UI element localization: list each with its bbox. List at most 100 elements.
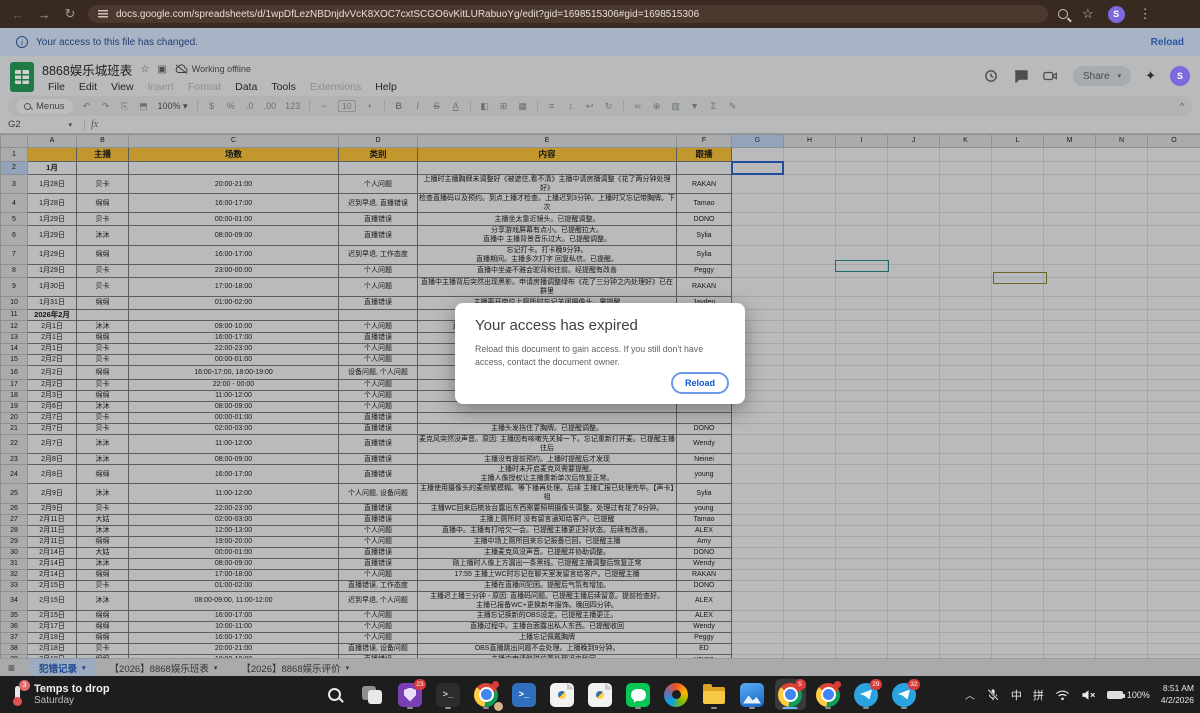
- cell[interactable]: 个人问题: [339, 390, 418, 401]
- cell[interactable]: 直播错误: [339, 296, 418, 309]
- cell[interactable]: 2月11日: [28, 514, 77, 525]
- fill-color-icon[interactable]: ◧: [480, 101, 490, 112]
- cell[interactable]: 2月1日: [28, 332, 77, 343]
- cell[interactable]: [1148, 365, 1200, 379]
- row-header-21[interactable]: 21: [1, 423, 28, 434]
- row-header-17[interactable]: 17: [1, 379, 28, 390]
- cell[interactable]: [888, 591, 940, 610]
- cell[interactable]: [836, 591, 888, 610]
- font-size-increase-icon[interactable]: +: [365, 101, 375, 111]
- comment-icon[interactable]: [1013, 69, 1029, 83]
- move-folder-icon[interactable]: ▣: [157, 64, 166, 75]
- cell[interactable]: 2月8日: [28, 465, 77, 484]
- cell[interactable]: 2月9日: [28, 484, 77, 503]
- row-header-27[interactable]: 27: [1, 514, 28, 525]
- row-header-9[interactable]: 9: [1, 277, 28, 296]
- cell[interactable]: [940, 454, 992, 465]
- cell[interactable]: [888, 423, 940, 434]
- cell[interactable]: [888, 503, 940, 514]
- cell[interactable]: [784, 365, 836, 379]
- cell[interactable]: 主播没有提前预约。上播时提醒后才发现: [418, 454, 677, 465]
- cell[interactable]: [1044, 343, 1096, 354]
- cell[interactable]: 个人问题: [339, 621, 418, 632]
- cell[interactable]: [1096, 580, 1148, 591]
- cell[interactable]: Peggy: [677, 264, 732, 277]
- cell[interactable]: ALEX: [677, 610, 732, 621]
- cell[interactable]: [1148, 632, 1200, 643]
- cell[interactable]: 贝卡: [77, 354, 129, 365]
- cell[interactable]: [1096, 226, 1148, 245]
- cell[interactable]: [1148, 503, 1200, 514]
- cell[interactable]: [836, 296, 888, 309]
- cell[interactable]: 主播麦克风没声音。已提醒并协助调整。: [418, 547, 677, 558]
- cell[interactable]: [888, 621, 940, 632]
- insert-comment-icon[interactable]: ⊕: [652, 101, 662, 112]
- cell[interactable]: ALEX: [677, 525, 732, 536]
- cell[interactable]: 贝卡: [77, 423, 129, 434]
- row-header-23[interactable]: 23: [1, 454, 28, 465]
- cell[interactable]: 直播错误: [339, 213, 418, 226]
- cell[interactable]: [940, 390, 992, 401]
- cell[interactable]: 直播中。主播有打哈欠一会。已提醒主播更正好状态。后续有改善。: [418, 525, 677, 536]
- cell[interactable]: [1096, 213, 1148, 226]
- cell[interactable]: 贝卡: [77, 213, 129, 226]
- bookmark-star-icon[interactable]: ☆: [1082, 6, 1094, 22]
- cell[interactable]: [1148, 465, 1200, 484]
- cell[interactable]: [1044, 277, 1096, 296]
- taskbar-powershell[interactable]: >_: [509, 679, 540, 710]
- menus-search-button[interactable]: Menus: [16, 99, 73, 114]
- row-header-24[interactable]: 24: [1, 465, 28, 484]
- cell[interactable]: [732, 621, 784, 632]
- cell[interactable]: [888, 148, 940, 162]
- cell[interactable]: [732, 503, 784, 514]
- cell[interactable]: [836, 162, 888, 175]
- cell[interactable]: [339, 309, 418, 320]
- cell[interactable]: [418, 412, 677, 423]
- cell[interactable]: [888, 569, 940, 580]
- row-header-6[interactable]: 6: [1, 226, 28, 245]
- menu-format[interactable]: Format: [182, 81, 227, 93]
- cell[interactable]: [1148, 354, 1200, 365]
- cell[interactable]: [1148, 536, 1200, 547]
- cell[interactable]: [1044, 148, 1096, 162]
- cell[interactable]: [992, 610, 1044, 621]
- cell[interactable]: [992, 525, 1044, 536]
- cell[interactable]: [784, 175, 836, 194]
- cell[interactable]: [888, 309, 940, 320]
- cell[interactable]: 2月1日: [28, 343, 77, 354]
- row-header-11[interactable]: 11: [1, 309, 28, 320]
- taskbar-chrome-active[interactable]: 5: [775, 679, 806, 710]
- cell[interactable]: [888, 162, 940, 175]
- cell[interactable]: [1096, 148, 1148, 162]
- cell[interactable]: [784, 569, 836, 580]
- cell[interactable]: 2月19日: [28, 654, 77, 658]
- taskbar-file-explorer[interactable]: [699, 679, 730, 710]
- cell[interactable]: [992, 245, 1044, 264]
- cell[interactable]: [732, 558, 784, 569]
- cell[interactable]: 刚上播时人像上方漏出一条黑线。已提醒主播调整后恢复正常: [418, 558, 677, 569]
- cell[interactable]: 绵绵: [77, 194, 129, 213]
- cell[interactable]: [940, 610, 992, 621]
- cell[interactable]: 16:00-17:00: [129, 194, 339, 213]
- strikethrough-icon[interactable]: S: [432, 101, 442, 111]
- cell[interactable]: [992, 175, 1044, 194]
- cell[interactable]: RAKAN: [677, 569, 732, 580]
- cell[interactable]: [940, 379, 992, 390]
- cell[interactable]: [836, 643, 888, 654]
- row-header-5[interactable]: 5: [1, 213, 28, 226]
- cell[interactable]: 场数: [129, 148, 339, 162]
- row-header-34[interactable]: 34: [1, 591, 28, 610]
- cell[interactable]: [784, 580, 836, 591]
- cell[interactable]: 直播中主播背后突然出现黑影。申请房播调整绿布《花了三分钟之内处理好》已在群里: [418, 277, 677, 296]
- cell[interactable]: [940, 213, 992, 226]
- cell[interactable]: RAKAN: [677, 175, 732, 194]
- cell[interactable]: [940, 296, 992, 309]
- cell[interactable]: [1044, 580, 1096, 591]
- cell[interactable]: RAKAN: [677, 277, 732, 296]
- cell[interactable]: 主播上厕所时 没有留言通知给客户。已提醒: [418, 514, 677, 525]
- increase-decimal-icon[interactable]: .00: [264, 101, 277, 111]
- cell[interactable]: [940, 514, 992, 525]
- cell[interactable]: [784, 245, 836, 264]
- cell[interactable]: [784, 643, 836, 654]
- cell[interactable]: [1148, 162, 1200, 175]
